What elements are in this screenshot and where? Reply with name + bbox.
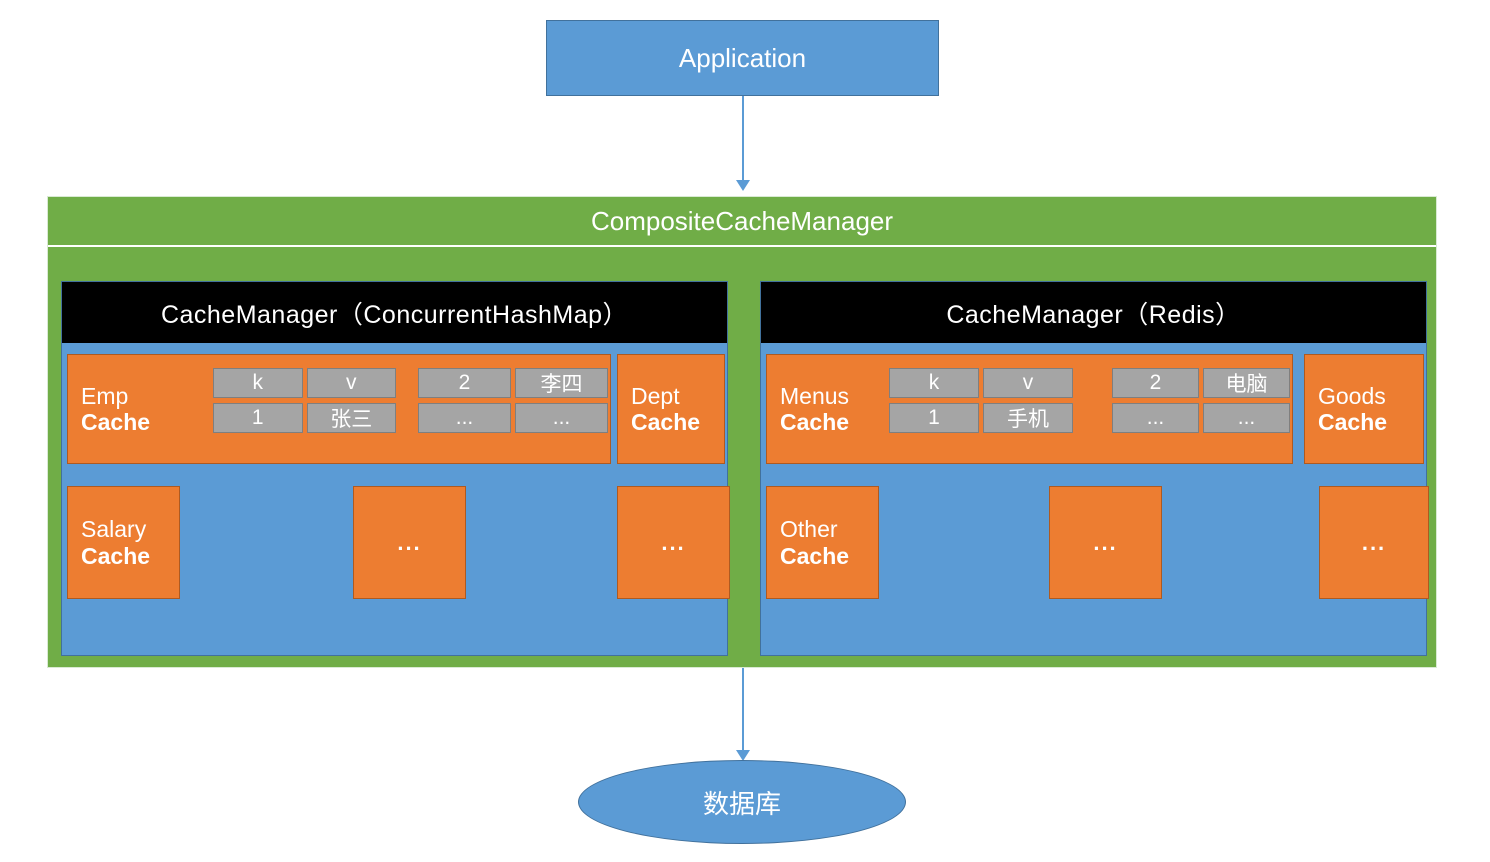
application-label: Application bbox=[678, 42, 807, 73]
emp-cache-block[interactable]: Emp Cache k v 1 张三 2 李四 ... ... bbox=[67, 354, 611, 464]
cache-manager-panel-redis: CacheManager（Redis） Menus Cache k v 1 手机… bbox=[760, 281, 1429, 656]
placeholder-label: ... bbox=[1361, 529, 1387, 555]
database-ellipse: 数据库 bbox=[578, 760, 906, 844]
kv-row-value: 手机 bbox=[983, 403, 1073, 433]
composite-cache-manager-container: CompositeCacheManager CacheManager（Concu… bbox=[47, 196, 1437, 668]
panel-header-label: CacheManager（Redis） bbox=[946, 300, 1241, 329]
kv-row-key: 1 bbox=[213, 403, 303, 433]
panel-header-label: CacheManager（ConcurrentHashMap） bbox=[160, 300, 629, 329]
other-cache-block[interactable]: Other Cache bbox=[766, 486, 879, 599]
other-cache-label-line1: Other bbox=[780, 516, 838, 543]
cache-row-bottom-left-panel: Salary Cache ... ... bbox=[62, 486, 730, 601]
panel-header-redis: CacheManager（Redis） bbox=[761, 282, 1426, 343]
emp-cache-label: Emp Cache bbox=[68, 355, 216, 463]
cache-row-bottom-right-panel: Other Cache ... ... bbox=[761, 486, 1429, 601]
menus-cache-label: Menus Cache bbox=[767, 355, 900, 463]
application-box: Application bbox=[546, 20, 939, 96]
other-cache-label-line2: Cache bbox=[780, 542, 850, 569]
menus-cache-kv-table-right: 2 电脑 ... ... bbox=[1112, 368, 1290, 433]
menus-cache-label-line2: Cache bbox=[780, 409, 850, 435]
emp-cache-kv-table-right: 2 李四 ... ... bbox=[418, 368, 608, 433]
cache-row-top-right-panel: Menus Cache k v 1 手机 2 电脑 ... ... Goods bbox=[761, 354, 1426, 466]
kv-header-value: v bbox=[983, 368, 1073, 398]
kv-row-value: ... bbox=[1203, 403, 1290, 433]
composite-cache-manager-title: CompositeCacheManager bbox=[48, 197, 1436, 247]
salary-cache-label-line2: Cache bbox=[81, 542, 151, 569]
placeholder-label: ... bbox=[1093, 529, 1118, 555]
kv-header-key: k bbox=[889, 368, 979, 398]
goods-cache-block[interactable]: Goods Cache bbox=[1304, 354, 1424, 464]
cache-manager-panel-concurrenthashmap: CacheManager（ConcurrentHashMap） Emp Cach… bbox=[61, 281, 730, 656]
composite-title-label: CompositeCacheManager bbox=[590, 205, 894, 236]
dept-cache-block[interactable]: Dept Cache bbox=[617, 354, 725, 464]
database-label: 数据库 bbox=[702, 788, 781, 819]
arrow-composite-to-database-line bbox=[742, 668, 744, 750]
kv-header-value: 电脑 bbox=[1203, 368, 1290, 398]
placeholder-cache-block-side[interactable]: ... bbox=[617, 486, 730, 599]
emp-cache-label-line2: Cache bbox=[81, 409, 151, 435]
arrow-application-to-composite-head-icon bbox=[736, 180, 750, 191]
menus-cache-kv-table-left: k v 1 手机 bbox=[889, 368, 1073, 433]
dept-cache-label-line2: Cache bbox=[631, 409, 701, 435]
kv-row-key: ... bbox=[418, 403, 511, 433]
arrow-application-to-composite-line bbox=[742, 96, 744, 180]
menus-cache-block[interactable]: Menus Cache k v 1 手机 2 电脑 ... ... bbox=[766, 354, 1293, 464]
goods-cache-label-line2: Cache bbox=[1318, 409, 1388, 435]
emp-cache-label-line1: Emp bbox=[81, 382, 129, 409]
kv-header-key: 2 bbox=[1112, 368, 1199, 398]
kv-row-key: 1 bbox=[889, 403, 979, 433]
emp-cache-kv-table-left: k v 1 张三 bbox=[213, 368, 396, 433]
kv-row-value: 张三 bbox=[306, 403, 396, 433]
kv-row-value: ... bbox=[515, 403, 608, 433]
cache-row-top-left-panel: Emp Cache k v 1 张三 2 李四 ... ... Dept Cac… bbox=[62, 354, 727, 466]
menus-cache-label-line1: Menus bbox=[780, 382, 850, 409]
panel-header-concurrenthashmap: CacheManager（ConcurrentHashMap） bbox=[62, 282, 727, 343]
kv-header-key: k bbox=[213, 368, 303, 398]
salary-cache-label-line1: Salary bbox=[81, 516, 147, 543]
kv-header-value: v bbox=[306, 368, 396, 398]
placeholder-cache-block-mid[interactable]: ... bbox=[353, 486, 466, 599]
goods-cache-label-line1: Goods bbox=[1318, 382, 1386, 409]
dept-cache-label-line1: Dept bbox=[631, 382, 680, 409]
placeholder-cache-block-mid[interactable]: ... bbox=[1049, 486, 1162, 599]
placeholder-label: ... bbox=[661, 529, 686, 555]
kv-header-key: 2 bbox=[418, 368, 511, 398]
salary-cache-block[interactable]: Salary Cache bbox=[67, 486, 180, 599]
kv-header-value: 李四 bbox=[515, 368, 608, 398]
placeholder-label: ... bbox=[397, 529, 422, 555]
kv-row-key: ... bbox=[1112, 403, 1199, 433]
placeholder-cache-block-side[interactable]: ... bbox=[1319, 486, 1429, 599]
